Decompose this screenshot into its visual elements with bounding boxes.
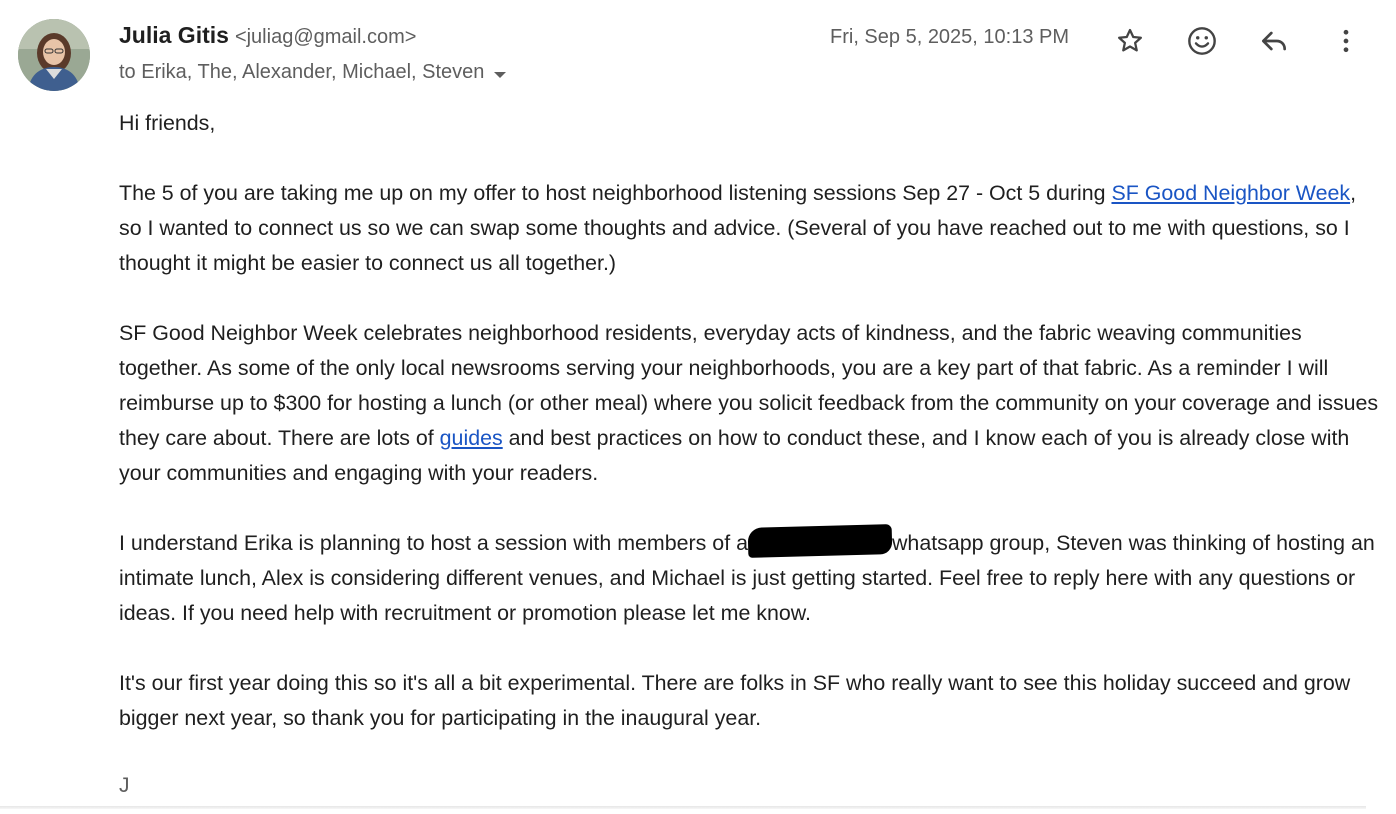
paragraph-3: I understand Erika is planning to host a… [119, 524, 1379, 631]
sender-avatar[interactable] [18, 19, 90, 91]
redaction-mark [747, 524, 893, 558]
paragraph-2: SF Good Neighbor Week celebrates neighbo… [119, 316, 1379, 491]
more-options-button[interactable] [1325, 20, 1367, 62]
sender-email[interactable]: <juliag@gmail.com> [235, 26, 417, 48]
reply-button[interactable] [1253, 20, 1295, 62]
recipients-line[interactable]: to Erika, The, Alexander, Michael, Steve… [119, 61, 507, 84]
chevron-down-icon[interactable] [494, 71, 507, 78]
reply-icon [1262, 31, 1286, 51]
guides-link[interactable]: guides [440, 426, 503, 450]
sf-good-neighbor-week-link[interactable]: SF Good Neighbor Week [1111, 181, 1350, 205]
paragraph-1-text-a: The 5 of you are taking me up on my offe… [119, 181, 1112, 205]
more-vert-icon [1343, 29, 1349, 53]
sender-name[interactable]: Julia Gitis [119, 22, 229, 48]
star-button[interactable] [1109, 20, 1151, 62]
paragraph-1: The 5 of you are taking me up on my offe… [119, 176, 1379, 281]
paragraph-3-text-a: I understand Erika is planning to host a… [119, 531, 748, 555]
signature: J [119, 774, 130, 797]
emoji-reaction-icon [1188, 27, 1216, 55]
greeting: Hi friends, [119, 111, 216, 135]
message-body: Hi friends, The 5 of you are taking me u… [119, 106, 1379, 771]
recipients-text: to Erika, The, Alexander, Michael, Steve… [119, 61, 485, 83]
message-header: Julia Gitis <juliag@gmail.com> to Erika, … [119, 20, 1396, 90]
sender-line: Julia Gitis <juliag@gmail.com> [119, 22, 416, 49]
emoji-reaction-button[interactable] [1181, 20, 1223, 62]
user-photo-icon [18, 19, 90, 91]
paragraph-4: It's our first year doing this so it's a… [119, 671, 1351, 730]
divider [0, 806, 1366, 809]
star-icon [1118, 28, 1142, 52]
message-date: Fri, Sep 5, 2025, 10:13 PM [830, 26, 1070, 48]
